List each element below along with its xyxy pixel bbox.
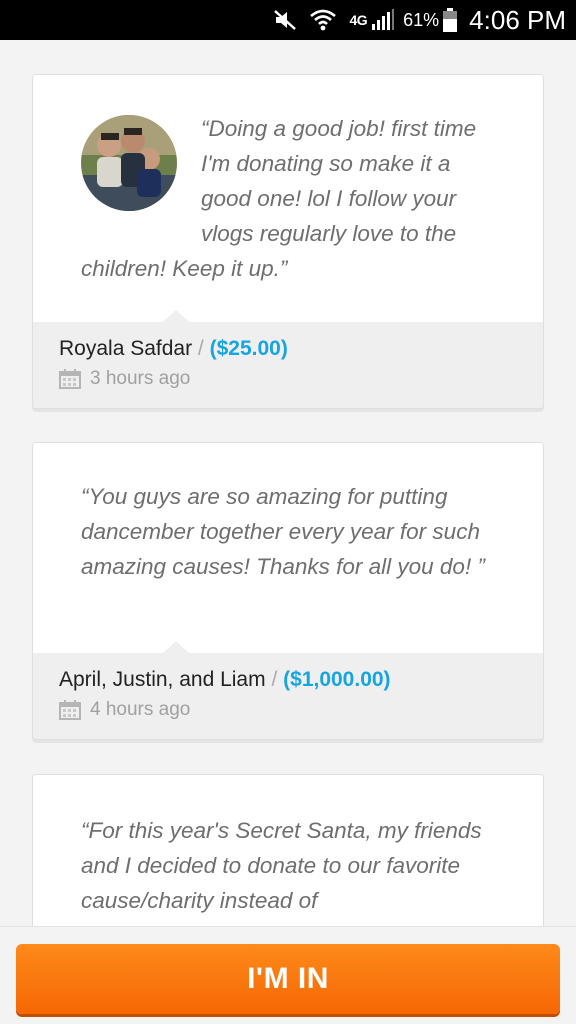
battery-percent: 61% [403, 9, 440, 30]
card-footer: Royala Safdar / ($25.00) 3 hours ago [33, 310, 543, 408]
donation-card: “You guys are so amazing for putting dan… [32, 442, 544, 740]
card-message-area: “Doing a good job! first time I'm donati… [33, 75, 543, 322]
time-ago: 4 hours ago [90, 699, 191, 720]
timestamp-line: 3 hours ago [59, 368, 517, 390]
card-message-area: “For this year's Secret Santa, my friend… [33, 775, 543, 926]
separator: / [197, 337, 204, 360]
wifi-icon [309, 8, 337, 32]
status-bar: 4G 61% 4:06 PM [0, 0, 576, 40]
donor-line: April, Justin, and Liam / ($1,000.00) [59, 665, 517, 695]
mute-icon [273, 9, 297, 31]
donation-message: “For this year's Secret Santa, my friend… [81, 818, 482, 913]
donor-avatar [81, 115, 177, 211]
donation-amount: ($25.00) [209, 337, 288, 360]
donation-card: “For this year's Secret Santa, my friend… [32, 774, 544, 926]
donor-name: April, Justin, and Liam [59, 668, 266, 691]
donation-message: “You guys are so amazing for putting dan… [81, 484, 485, 579]
bottom-action-bar: I'M IN [0, 926, 576, 1024]
donation-amount: ($1,000.00) [283, 668, 391, 691]
timestamp-line: 4 hours ago [59, 699, 517, 721]
donor-line: Royala Safdar / ($25.00) [59, 334, 517, 364]
donation-feed[interactable]: “Doing a good job! first time I'm donati… [0, 40, 576, 926]
im-in-button[interactable]: I'M IN [16, 944, 560, 1014]
card-message-area: “You guys are so amazing for putting dan… [33, 443, 543, 653]
calendar-icon [59, 369, 81, 389]
signal-icon [371, 9, 395, 31]
network-type: 4G [349, 12, 368, 28]
donor-name: Royala Safdar [59, 337, 193, 360]
time-ago: 3 hours ago [90, 368, 191, 389]
card-footer: April, Justin, and Liam / ($1,000.00) 4 … [33, 641, 543, 739]
clock: 4:06 PM [469, 4, 566, 35]
battery-icon [443, 8, 458, 32]
separator: / [271, 668, 278, 691]
calendar-icon [59, 700, 81, 720]
donation-card: “Doing a good job! first time I'm donati… [32, 74, 544, 409]
